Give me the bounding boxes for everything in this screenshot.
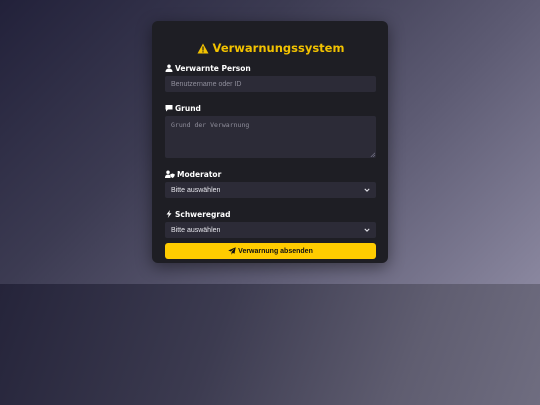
warning-icon — [197, 43, 209, 53]
reason-textarea[interactable]: Grund der Verwarnung — [165, 116, 376, 158]
severity-label: Schweregrad — [165, 209, 376, 219]
page-title-text: Verwarnungssystem — [212, 41, 345, 55]
moderator-selected-value: Bitte auswählen — [171, 186, 221, 194]
chevron-down-icon — [364, 228, 370, 232]
page-title: Verwarnungssystem — [165, 41, 376, 55]
severity-selected-value: Bitte auswählen — [171, 226, 221, 234]
page-background-lower — [0, 284, 540, 405]
user-shield-icon — [165, 170, 175, 178]
severity-label-text: Schweregrad — [175, 209, 231, 219]
bolt-icon — [166, 210, 172, 218]
warning-form-card: Verwarnungssystem Verwarnte Person Benut… — [152, 21, 388, 263]
submit-button-label: Verwarnung absenden — [238, 247, 313, 255]
comment-icon — [165, 105, 173, 112]
person-input-placeholder: Benutzername oder ID — [171, 80, 242, 88]
moderator-select[interactable]: Bitte auswählen — [165, 182, 376, 198]
reason-textarea-placeholder: Grund der Verwarnung — [171, 121, 250, 129]
severity-select[interactable]: Bitte auswählen — [165, 222, 376, 238]
paper-plane-icon — [228, 247, 236, 255]
resize-handle-icon[interactable] — [370, 152, 375, 157]
submit-warning-button[interactable]: Verwarnung absenden — [165, 243, 376, 259]
person-input[interactable]: Benutzername oder ID — [165, 76, 376, 92]
person-label: Verwarnte Person — [165, 63, 376, 73]
moderator-label-text: Moderator — [177, 169, 222, 179]
chevron-down-icon — [364, 188, 370, 192]
reason-label-text: Grund — [175, 103, 201, 113]
reason-label: Grund — [165, 103, 376, 113]
person-label-text: Verwarnte Person — [175, 63, 251, 73]
moderator-label: Moderator — [165, 169, 376, 179]
user-icon — [165, 64, 173, 72]
